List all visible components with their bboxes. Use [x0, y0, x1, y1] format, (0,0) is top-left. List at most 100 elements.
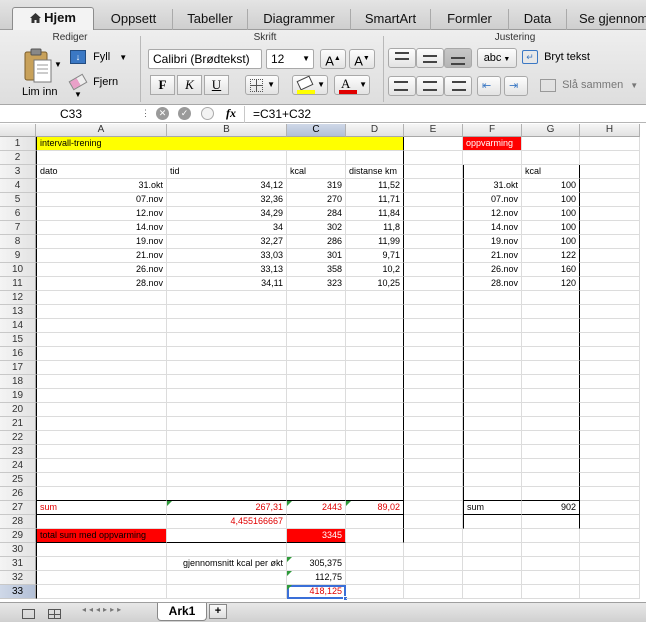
cell-c31[interactable]: 305,375 — [287, 557, 346, 571]
row-header-14[interactable]: 14 — [0, 319, 36, 333]
row-header-5[interactable]: 5 — [0, 193, 36, 207]
cell-d25[interactable] — [346, 473, 404, 487]
cell-e28[interactable] — [404, 515, 463, 529]
font-name-select[interactable]: Calibri (Brødtekst) — [148, 49, 262, 69]
cell-e23[interactable] — [404, 445, 463, 459]
row-header-4[interactable]: 4 — [0, 179, 36, 193]
cell-c25[interactable] — [287, 473, 346, 487]
cell-f20[interactable] — [463, 403, 522, 417]
cell-d22[interactable] — [346, 431, 404, 445]
cell-a3[interactable]: dato — [36, 165, 167, 179]
cell-h13[interactable] — [580, 305, 640, 319]
cell-f28[interactable] — [463, 515, 522, 529]
row-header-7[interactable]: 7 — [0, 221, 36, 235]
cell-d21[interactable] — [346, 417, 404, 431]
row-header-12[interactable]: 12 — [0, 291, 36, 305]
cell-g1[interactable] — [522, 137, 580, 151]
cell-f30[interactable] — [463, 543, 522, 557]
cell-h21[interactable] — [580, 417, 640, 431]
column-header-h[interactable]: H — [580, 124, 640, 137]
cell-d30[interactable] — [346, 543, 404, 557]
cell-e32[interactable] — [404, 571, 463, 585]
cell-a26[interactable] — [36, 487, 167, 501]
cell-h11[interactable] — [580, 277, 640, 291]
row-header-1[interactable]: 1 — [0, 137, 36, 151]
cell-h28[interactable] — [580, 515, 640, 529]
cell-g5[interactable]: 100 — [522, 193, 580, 207]
cell-a20[interactable] — [36, 403, 167, 417]
cell-f25[interactable] — [463, 473, 522, 487]
cell-f24[interactable] — [463, 459, 522, 473]
cell-c22[interactable] — [287, 431, 346, 445]
cell-d1[interactable] — [346, 137, 404, 151]
row-header-10[interactable]: 10 — [0, 263, 36, 277]
row-header-26[interactable]: 26 — [0, 487, 36, 501]
row-header-24[interactable]: 24 — [0, 459, 36, 473]
cell-f17[interactable] — [463, 361, 522, 375]
cell-b14[interactable] — [167, 319, 287, 333]
cell-c15[interactable] — [287, 333, 346, 347]
cell-h5[interactable] — [580, 193, 640, 207]
column-header-c[interactable]: C — [287, 124, 346, 137]
cell-d15[interactable] — [346, 333, 404, 347]
cell-b22[interactable] — [167, 431, 287, 445]
align-top-button[interactable] — [388, 48, 416, 68]
cell-f4[interactable]: 31.okt — [463, 179, 522, 193]
cell-c29[interactable]: 3345 — [287, 529, 346, 543]
orientation-button[interactable]: abc ▼ — [477, 48, 517, 68]
cell-a9[interactable]: 21.nov — [36, 249, 167, 263]
cell-g12[interactable] — [522, 291, 580, 305]
cell-h20[interactable] — [580, 403, 640, 417]
row-header-3[interactable]: 3 — [0, 165, 36, 179]
cell-b18[interactable] — [167, 375, 287, 389]
cell-b32[interactable] — [167, 571, 287, 585]
cell-c32[interactable]: 112,75 — [287, 571, 346, 585]
cell-c8[interactable]: 286 — [287, 235, 346, 249]
cell-b8[interactable]: 32,27 — [167, 235, 287, 249]
cell-e7[interactable] — [404, 221, 463, 235]
cell-d13[interactable] — [346, 305, 404, 319]
shrink-font-button[interactable]: A▼ — [349, 49, 375, 69]
cell-f16[interactable] — [463, 347, 522, 361]
row-header-25[interactable]: 25 — [0, 473, 36, 487]
cell-d18[interactable] — [346, 375, 404, 389]
cell-g29[interactable] — [522, 529, 580, 543]
merge-button[interactable]: Slå sammen ▼ — [540, 79, 638, 92]
cell-a12[interactable] — [36, 291, 167, 305]
fill-button[interactable]: ↓ Fyll ▼ — [70, 50, 130, 68]
cell-b7[interactable]: 34 — [167, 221, 287, 235]
cell-h3[interactable] — [580, 165, 640, 179]
cell-b21[interactable] — [167, 417, 287, 431]
cell-b13[interactable] — [167, 305, 287, 319]
cell-g25[interactable] — [522, 473, 580, 487]
cell-d6[interactable]: 11,84 — [346, 207, 404, 221]
fill-color-button[interactable]: ▼ — [292, 75, 328, 95]
cell-b3[interactable]: tid — [167, 165, 287, 179]
cell-e31[interactable] — [404, 557, 463, 571]
cell-e6[interactable] — [404, 207, 463, 221]
cell-e10[interactable] — [404, 263, 463, 277]
cell-g33[interactable] — [522, 585, 580, 599]
cell-d14[interactable] — [346, 319, 404, 333]
sheet-nav-arrows[interactable]: ◂◂◂▸▸▸ — [82, 605, 152, 619]
cell-e4[interactable] — [404, 179, 463, 193]
cell-g17[interactable] — [522, 361, 580, 375]
row-header-27[interactable]: 27 — [0, 501, 36, 515]
cell-a5[interactable]: 07.nov — [36, 193, 167, 207]
cell-e26[interactable] — [404, 487, 463, 501]
cell-a6[interactable]: 12.nov — [36, 207, 167, 221]
cell-h32[interactable] — [580, 571, 640, 585]
cell-g24[interactable] — [522, 459, 580, 473]
cell-a32[interactable] — [36, 571, 167, 585]
cell-e21[interactable] — [404, 417, 463, 431]
cell-g19[interactable] — [522, 389, 580, 403]
cell-e29[interactable] — [404, 529, 463, 543]
tab-formler[interactable]: Formler — [431, 9, 509, 30]
cell-e8[interactable] — [404, 235, 463, 249]
cell-a1[interactable]: intervall-trening — [36, 137, 167, 151]
cell-g3[interactable]: kcal — [522, 165, 580, 179]
cell-f3[interactable] — [463, 165, 522, 179]
formula-input[interactable]: =C31+C32 — [253, 107, 311, 121]
row-header-18[interactable]: 18 — [0, 375, 36, 389]
row-header-22[interactable]: 22 — [0, 431, 36, 445]
